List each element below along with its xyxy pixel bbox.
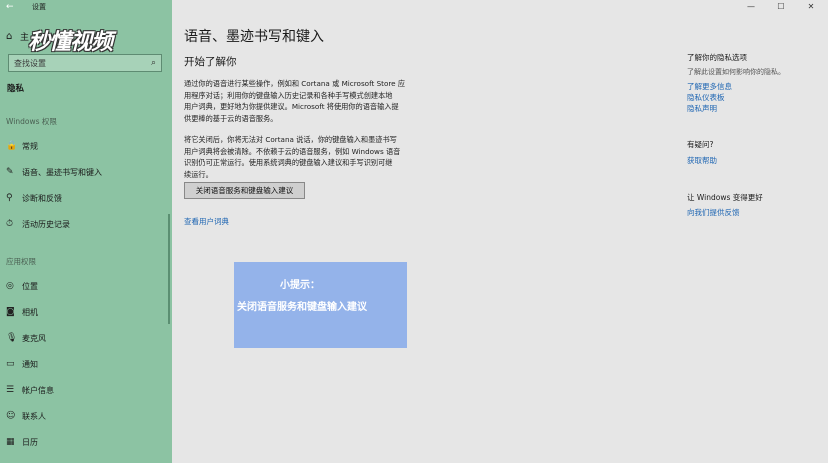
tip-overlay: 小提示： 关闭语音服务和键盘输入建议 (234, 262, 407, 348)
camera-icon: ◙ (6, 307, 15, 317)
text-line: 用户词典，更好地为你提供建议。Microsoft 将使用你的语音输入提 (184, 102, 399, 111)
home-icon: ⌂ (6, 30, 13, 42)
sidebar-group-app-permissions: 应用权限 (6, 257, 36, 266)
sidebar-item-label: 常规 (22, 141, 38, 151)
sidebar-item-calendar[interactable]: ▦ 日历 (6, 434, 166, 450)
questions-heading: 有疑问? (687, 140, 714, 149)
close-icon[interactable]: ✕ (796, 0, 826, 14)
sidebar-item-camera[interactable]: ◙ 相机 (6, 304, 166, 320)
privacy-options-heading: 了解你的隐私选项 (687, 53, 747, 62)
search-icon[interactable]: ⌕ (151, 58, 156, 68)
sidebar-home[interactable]: ⌂ 主 (6, 28, 29, 44)
sidebar-scrollbar[interactable] (168, 214, 170, 324)
feedback-icon: ⚲ (6, 193, 13, 203)
sidebar-item-label: 通知 (22, 359, 38, 369)
sidebar-group-windows-permissions: Windows 权限 (6, 117, 57, 126)
sidebar-item-location[interactable]: ◎ 位置 (6, 278, 166, 294)
sidebar-item-label: 帐户信息 (22, 385, 54, 395)
improve-windows-heading: 让 Windows 变得更好 (687, 193, 763, 202)
microphone-icon: 🎙 (6, 333, 18, 343)
lock-icon: 🔒 (6, 141, 18, 151)
sidebar: ⌂ 主 ⌕ 隐私 Windows 权限 🔒 常规 ✎ 语音、墨迹书写和键入 ⚲ … (0, 14, 172, 463)
sidebar-item-label: 诊断和反馈 (22, 193, 62, 203)
title-bar-left: ← 设置 (0, 0, 172, 14)
back-arrow-icon[interactable]: ← (6, 0, 14, 14)
search-box[interactable]: ⌕ (8, 54, 162, 72)
turn-off-speech-services-button[interactable]: 关闭语音服务和键盘输入建议 (184, 182, 305, 199)
notification-icon: ▭ (6, 359, 15, 369)
pen-icon: ✎ (6, 167, 14, 177)
text-line: 用户词典将会被清除。不依赖于云的语音服务，例如 Windows 语音 (184, 146, 401, 156)
text-line: 识别仍可正常运行。使用系统词典的键盘输入建议和手写识别可继 (184, 158, 393, 167)
sidebar-item-label: 语音、墨迹书写和键入 (22, 167, 102, 177)
tip-body: 关闭语音服务和键盘输入建议 (237, 302, 367, 313)
sidebar-item-account-info[interactable]: ☰ 帐户信息 (6, 382, 166, 398)
view-user-dictionary-link[interactable]: 查看用户词典 (184, 216, 229, 227)
page-title: 语音、墨迹书写和键入 (184, 29, 324, 45)
maximize-icon[interactable]: ☐ (766, 0, 796, 14)
sidebar-item-label: 活动历史记录 (22, 219, 70, 229)
main-content: 语音、墨迹书写和键入 开始了解你 通过你的语音进行某些操作，例如和 Cortan… (172, 14, 652, 463)
privacy-statement-link[interactable]: 隐私声明 (687, 103, 717, 114)
minimize-icon[interactable]: — (736, 0, 766, 14)
give-feedback-link[interactable]: 向我们提供反馈 (687, 207, 740, 218)
description-paragraph-1: 通过你的语音进行某些操作，例如和 Cortana 或 Microsoft Sto… (184, 78, 434, 124)
location-icon: ◎ (6, 281, 14, 291)
sidebar-item-microphone[interactable]: 🎙 麦克风 (6, 330, 166, 346)
account-icon: ☰ (6, 385, 15, 395)
sidebar-item-label: 联系人 (22, 411, 46, 421)
search-input[interactable] (14, 58, 151, 68)
sidebar-item-contacts[interactable]: ☺ 联系人 (6, 408, 166, 424)
contacts-icon: ☺ (6, 411, 16, 421)
tip-title: 小提示： (280, 280, 320, 291)
text-line: 续运行。 (184, 169, 213, 179)
section-title: 开始了解你 (184, 56, 237, 68)
sidebar-item-general[interactable]: 🔒 常规 (6, 138, 166, 154)
sidebar-item-label: 麦克风 (22, 333, 46, 343)
sidebar-item-activity-history[interactable]: ⏱ 活动历史记录 (6, 216, 166, 232)
sidebar-item-notifications[interactable]: ▭ 通知 (6, 356, 166, 372)
text-line: 用程序对话；利用你的键盘输入历史记录和各种手写模式创建本地 (184, 90, 393, 100)
calendar-icon: ▦ (6, 437, 15, 447)
sidebar-item-label: 相机 (22, 307, 38, 317)
description-paragraph-2: 将它关闭后，你将无法对 Cortana 说话，你的键盘输入和墨迹书写 用户词典将… (184, 134, 434, 180)
title-bar: ← 设置 — ☐ ✕ (0, 0, 828, 14)
get-help-link[interactable]: 获取帮助 (687, 155, 717, 166)
sidebar-item-speech-inking[interactable]: ✎ 语音、墨迹书写和键入 (6, 164, 166, 180)
history-icon: ⏱ (6, 219, 14, 229)
text-line: 供更棒的基于云的语音服务。 (184, 113, 278, 123)
learn-more-link[interactable]: 了解更多信息 (687, 81, 732, 92)
sidebar-current-section: 隐私 (7, 84, 25, 94)
text-line: 将它关闭后，你将无法对 Cortana 说话，你的键盘输入和墨迹书写 (184, 135, 397, 144)
video-watermark-logo: 秒懂视频 (28, 29, 113, 55)
text-line: 通过你的语音进行某些操作，例如和 Cortana 或 Microsoft Sto… (184, 79, 406, 88)
window-title: 设置 (32, 3, 46, 11)
privacy-dashboard-link[interactable]: 隐私仪表板 (687, 92, 725, 103)
privacy-options-text: 了解此设置如何影响你的隐私。 (687, 68, 785, 76)
sidebar-item-diagnostics[interactable]: ⚲ 诊断和反馈 (6, 190, 166, 206)
sidebar-item-label: 日历 (22, 437, 38, 447)
sidebar-item-label: 位置 (22, 281, 38, 291)
